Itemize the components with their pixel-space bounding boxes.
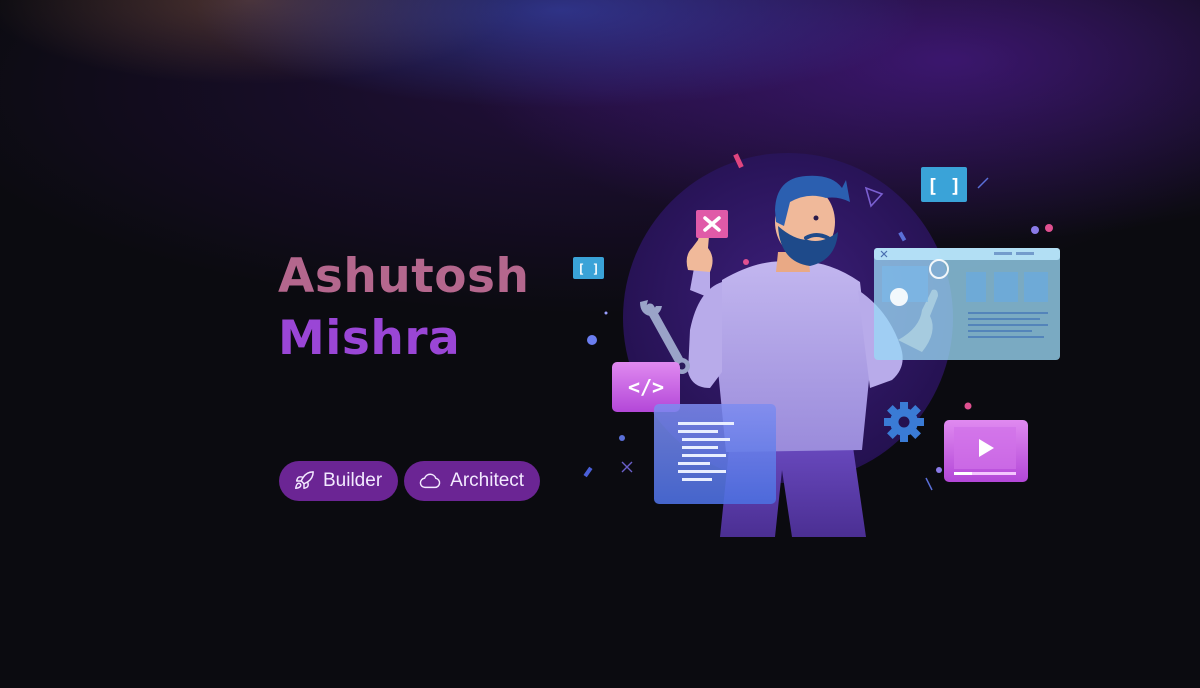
- first-name: Ashutosh: [278, 249, 530, 304]
- developer-illustration: [ ] [ ] </>: [573, 153, 1060, 537]
- tag-label: Architect: [450, 470, 525, 491]
- person-eye: [813, 215, 819, 221]
- dot: [964, 402, 972, 410]
- dot: [936, 467, 942, 473]
- profile-name: Ashutosh Mishra: [278, 246, 529, 370]
- role-tags: Builder Architect: [279, 461, 541, 501]
- close-icon: [696, 210, 728, 238]
- browser-window-card: [874, 248, 1060, 360]
- last-name: Mishra: [278, 311, 461, 366]
- dot: [619, 435, 625, 441]
- svg-text:[ ]: [ ]: [927, 175, 961, 197]
- x-mark: [621, 461, 633, 473]
- dot: [743, 259, 749, 265]
- svg-text:[ ]: [ ]: [578, 262, 600, 276]
- dot: [1045, 224, 1053, 232]
- confetti: [583, 466, 593, 478]
- dot: [1031, 226, 1039, 234]
- tag-label: Builder: [323, 470, 383, 491]
- tag-builder: Builder: [279, 461, 399, 501]
- svg-text:</>: </>: [628, 375, 664, 399]
- brackets-icon: [ ]: [921, 167, 967, 202]
- confetti: [925, 477, 933, 491]
- hero-banner: Ashutosh Mishra Builder Architect [] […: [0, 0, 1200, 688]
- dot: [587, 335, 597, 345]
- video-player-card: [944, 420, 1028, 482]
- cloud-icon: [418, 470, 442, 492]
- confetti: [977, 177, 989, 189]
- code-listing-card: [654, 404, 776, 504]
- brackets-icon: [ ]: [573, 257, 604, 279]
- tag-architect: Architect: [404, 461, 541, 501]
- rocket-icon: [293, 470, 315, 492]
- gear-icon: [884, 402, 924, 442]
- dot: [604, 311, 608, 315]
